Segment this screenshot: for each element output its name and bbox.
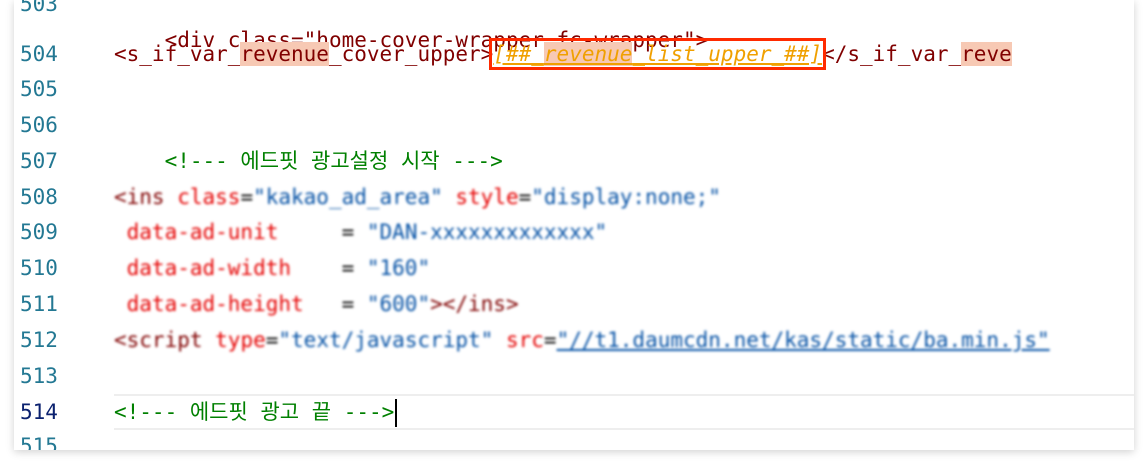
code-token: =	[303, 292, 367, 316]
code-line-514[interactable]: <!--- 에드핏 광고 끝 --->	[114, 394, 398, 430]
line-number: 508	[20, 185, 58, 209]
code-line-504[interactable]: <s_if_var_revenue_cover_upper>[##_revenu…	[114, 36, 1012, 72]
line-number: 504	[20, 42, 58, 66]
code-token: "kakao_ad_area"	[253, 185, 456, 209]
code-token: "160"	[366, 256, 431, 280]
search-match-highlight: reve	[961, 42, 1012, 66]
code-token: =	[265, 328, 279, 352]
code-comment: <!--- 에드핏 광고설정 시작 --->	[164, 149, 503, 173]
code-token: "DAN-xxxxxxxxxxxxx"	[366, 220, 608, 244]
line-number: 510	[20, 256, 58, 280]
code-editor[interactable]: 503 504 505 506 507 508 509 510 511 512 …	[14, 0, 1134, 450]
code-token: =	[291, 256, 367, 280]
code-token: type	[215, 328, 266, 352]
code-token: =	[518, 185, 532, 209]
search-match-highlight: revenue	[240, 42, 329, 66]
code-token: "600"	[366, 292, 431, 316]
code-token: data-ad-unit	[114, 220, 279, 244]
code-line-512[interactable]: <script type="text/javascript" src="//t1…	[114, 322, 1050, 358]
line-number: 512	[20, 328, 58, 352]
code-token: "//t1.daumcdn.net/kas/static/ba.min.js"	[556, 328, 1050, 352]
code-line-511[interactable]: data-ad-height = "600"></ins>	[114, 286, 519, 322]
line-number: 505	[20, 77, 58, 101]
text-cursor	[395, 399, 398, 427]
line-number-gutter: 503 504 505 506 507 508 509 510 511 512 …	[14, 0, 106, 450]
code-line-508[interactable]: <ins class="kakao_ad_area" style="displa…	[114, 179, 721, 215]
code-comment: <!--- 에드핏 광고 끝 --->	[114, 400, 395, 424]
code-token: _cover_upper>	[328, 42, 494, 66]
code-token: </s_if_var_	[822, 42, 962, 66]
line-number: 511	[20, 292, 58, 316]
code-token: style	[455, 185, 519, 209]
code-token: "display:none;"	[531, 185, 721, 209]
code-line-503[interactable]: <div class="home-cover-wrapper fc-wrappe…	[114, 0, 709, 52]
line-number: 513	[20, 364, 58, 388]
code-token: =	[278, 220, 367, 244]
line-number: 507	[20, 149, 58, 173]
code-token: <ins	[114, 185, 178, 209]
line-number: 503	[20, 0, 58, 16]
code-token: src	[505, 328, 544, 352]
code-token: data-ad-height	[114, 292, 304, 316]
code-token: <script	[114, 328, 216, 352]
code-line-510[interactable]: data-ad-width = "160"	[114, 250, 430, 286]
code-token: data-ad-width	[114, 256, 292, 280]
line-number: 509	[20, 220, 58, 244]
template-variable: [##_	[493, 42, 544, 66]
line-number: 515	[20, 434, 58, 450]
code-token: =	[543, 328, 557, 352]
code-token: ></ins>	[430, 292, 519, 316]
code-token: class	[177, 185, 241, 209]
code-token: =	[240, 185, 254, 209]
annotation-box: [##_revenue_list_upper_##]	[489, 38, 827, 70]
template-variable: _list_upper_##]	[632, 42, 823, 66]
code-token: <s_if_var_	[114, 42, 241, 66]
code-line-506[interactable]: <!--- 에드핏 광고설정 시작 --->	[114, 107, 503, 173]
line-number-active: 514	[20, 400, 58, 424]
line-number: 506	[20, 113, 58, 137]
code-line-509[interactable]: data-ad-unit = "DAN-xxxxxxxxxxxxx"	[114, 214, 607, 250]
search-match-highlight: revenue	[543, 42, 633, 66]
code-token: "text/javascript"	[278, 328, 506, 352]
